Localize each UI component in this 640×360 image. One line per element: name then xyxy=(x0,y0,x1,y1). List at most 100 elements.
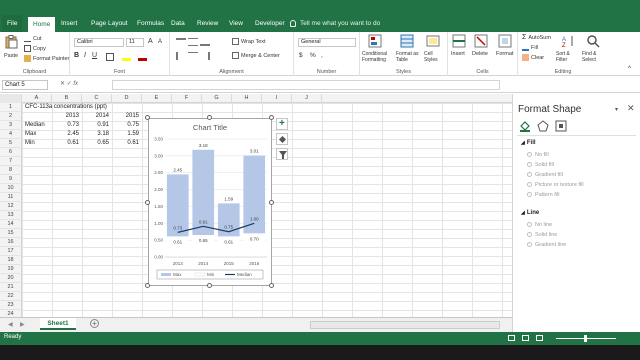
row-header[interactable]: 20 xyxy=(0,274,22,283)
tell-me-input[interactable]: Tell me what you want to do xyxy=(300,15,380,32)
format-cells-icon[interactable] xyxy=(498,34,512,48)
sort-filter-icon[interactable]: AZ xyxy=(562,34,576,48)
collapse-ribbon-icon[interactable]: ^ xyxy=(628,66,631,72)
copy-button[interactable]: Copy xyxy=(24,45,46,52)
cell-b3[interactable]: 0.73 xyxy=(52,122,79,128)
cell-d3[interactable]: 0.75 xyxy=(112,122,139,128)
resize-handle[interactable] xyxy=(145,115,150,120)
font-color-icon[interactable] xyxy=(138,53,147,61)
comma-button[interactable]: , xyxy=(321,52,323,59)
page-break-view-icon[interactable] xyxy=(536,335,543,341)
cell-d2[interactable]: 2015 xyxy=(112,113,139,119)
find-select-button[interactable]: Find & Select xyxy=(582,51,606,63)
solid-fill-option[interactable]: Solid fill xyxy=(527,162,554,168)
cell-c2[interactable]: 2014 xyxy=(82,113,109,119)
cell-styles-button[interactable]: Cell Styles xyxy=(424,51,446,63)
conditional-formatting-icon[interactable] xyxy=(368,34,382,48)
cut-button[interactable]: Cut xyxy=(24,35,42,42)
sheet-tab[interactable]: Sheet1 xyxy=(40,318,76,330)
align-center-icon[interactable] xyxy=(188,52,198,60)
no-line-option[interactable]: No line xyxy=(527,222,552,228)
tab-insert[interactable]: Insert xyxy=(56,15,82,32)
column-header[interactable]: A xyxy=(22,94,52,103)
fill-section-header[interactable]: ◢ Fill xyxy=(521,140,536,146)
italic-button[interactable]: I xyxy=(84,52,86,59)
select-all-corner[interactable] xyxy=(0,94,22,103)
tab-file[interactable]: File xyxy=(2,15,23,32)
format-as-table-icon[interactable] xyxy=(400,34,414,48)
chart-styles-button[interactable] xyxy=(276,133,288,145)
row-header[interactable]: 11 xyxy=(0,193,22,202)
tab-formulas[interactable]: Formulas xyxy=(132,15,169,32)
grow-font-button[interactable]: A xyxy=(148,38,153,45)
horizontal-scrollbar[interactable] xyxy=(310,321,500,329)
cell-b2[interactable]: 2013 xyxy=(52,113,79,119)
wrap-text-button[interactable]: Wrap Text xyxy=(232,38,266,45)
chart-object[interactable]: Chart Title 0.00 0.50 1.00 1.50 2.00 2.50 3.00 3… xyxy=(148,118,272,286)
close-icon[interactable]: ✕ xyxy=(627,103,635,114)
fill-color-icon[interactable] xyxy=(122,53,131,61)
cell-d5[interactable]: 0.61 xyxy=(112,140,139,146)
column-header[interactable]: D xyxy=(112,94,142,103)
tab-home[interactable]: Home xyxy=(28,17,56,32)
row-header[interactable]: 15 xyxy=(0,229,22,238)
clear-button[interactable]: Clear xyxy=(522,54,544,61)
chart-plot[interactable]: Chart Title 0.00 0.50 1.00 1.50 2.00 2.50 3.00 3… xyxy=(149,119,271,285)
percent-button[interactable]: % xyxy=(310,52,316,59)
gradient-fill-option[interactable]: Gradient fill xyxy=(527,172,563,178)
tab-developer[interactable]: Developer xyxy=(250,15,290,32)
tab-review[interactable]: Review xyxy=(192,15,223,32)
conditional-formatting-button[interactable]: Conditional Formatting xyxy=(362,51,392,63)
resize-handle[interactable] xyxy=(269,283,274,288)
cell-b4[interactable]: 2.45 xyxy=(52,131,79,137)
row-header[interactable]: 4 xyxy=(0,130,22,139)
delete-cells-icon[interactable] xyxy=(474,34,488,48)
cell-styles-icon[interactable] xyxy=(426,34,440,48)
row-header[interactable]: 17 xyxy=(0,247,22,256)
fill-button[interactable]: Fill xyxy=(522,44,538,51)
row-header[interactable]: 6 xyxy=(0,148,22,157)
fx-icon[interactable]: ✕ ✓ fx xyxy=(60,80,78,87)
column-header[interactable]: H xyxy=(232,94,262,103)
align-top-icon[interactable] xyxy=(176,38,186,46)
align-left-icon[interactable] xyxy=(176,52,186,60)
paste-button[interactable]: Paste xyxy=(4,53,18,59)
row-header[interactable]: 7 xyxy=(0,157,22,166)
row-header[interactable]: 13 xyxy=(0,211,22,220)
cell-a1[interactable]: CFC-113a concentrations (ppt) xyxy=(25,104,107,110)
scroll-right-icon[interactable]: ▶ xyxy=(20,321,25,328)
row-header[interactable]: 5 xyxy=(0,139,22,148)
tab-page-layout[interactable]: Page Layout xyxy=(86,15,133,32)
resize-handle[interactable] xyxy=(207,115,212,120)
row-header[interactable]: 24 xyxy=(0,310,22,317)
picture-fill-option[interactable]: Picture or texture fill xyxy=(527,182,584,188)
normal-view-icon[interactable] xyxy=(508,335,515,341)
column-header[interactable]: F xyxy=(172,94,202,103)
row-header[interactable]: 1 xyxy=(0,103,22,112)
format-painter-button[interactable]: Format Painter xyxy=(24,55,69,62)
page-layout-view-icon[interactable] xyxy=(522,335,529,341)
currency-button[interactable]: $ xyxy=(299,52,303,59)
insert-cells-icon[interactable] xyxy=(452,34,466,48)
resize-handle[interactable] xyxy=(269,115,274,120)
row-header[interactable]: 9 xyxy=(0,175,22,184)
column-header[interactable]: E xyxy=(142,94,172,103)
line-section-header[interactable]: ◢ Line xyxy=(521,210,539,216)
resize-handle[interactable] xyxy=(145,200,150,205)
row-header[interactable]: 2 xyxy=(0,112,22,121)
font-name-select[interactable]: Calibri xyxy=(74,38,124,47)
row-header[interactable]: 16 xyxy=(0,238,22,247)
find-select-icon[interactable] xyxy=(586,34,600,48)
chart-filters-button[interactable] xyxy=(276,148,288,160)
cell-c5[interactable]: 0.65 xyxy=(82,140,109,146)
zoom-thumb[interactable] xyxy=(584,335,587,342)
cell-a3[interactable]: Median xyxy=(25,122,45,128)
align-middle-icon[interactable] xyxy=(188,38,198,46)
add-sheet-icon[interactable]: + xyxy=(90,319,99,328)
column-header[interactable]: J xyxy=(292,94,322,103)
underline-button[interactable]: U xyxy=(92,52,97,59)
column-header[interactable]: B xyxy=(52,94,82,103)
merge-center-button[interactable]: Merge & Center xyxy=(232,52,280,59)
resize-handle[interactable] xyxy=(207,283,212,288)
row-header[interactable]: 22 xyxy=(0,292,22,301)
